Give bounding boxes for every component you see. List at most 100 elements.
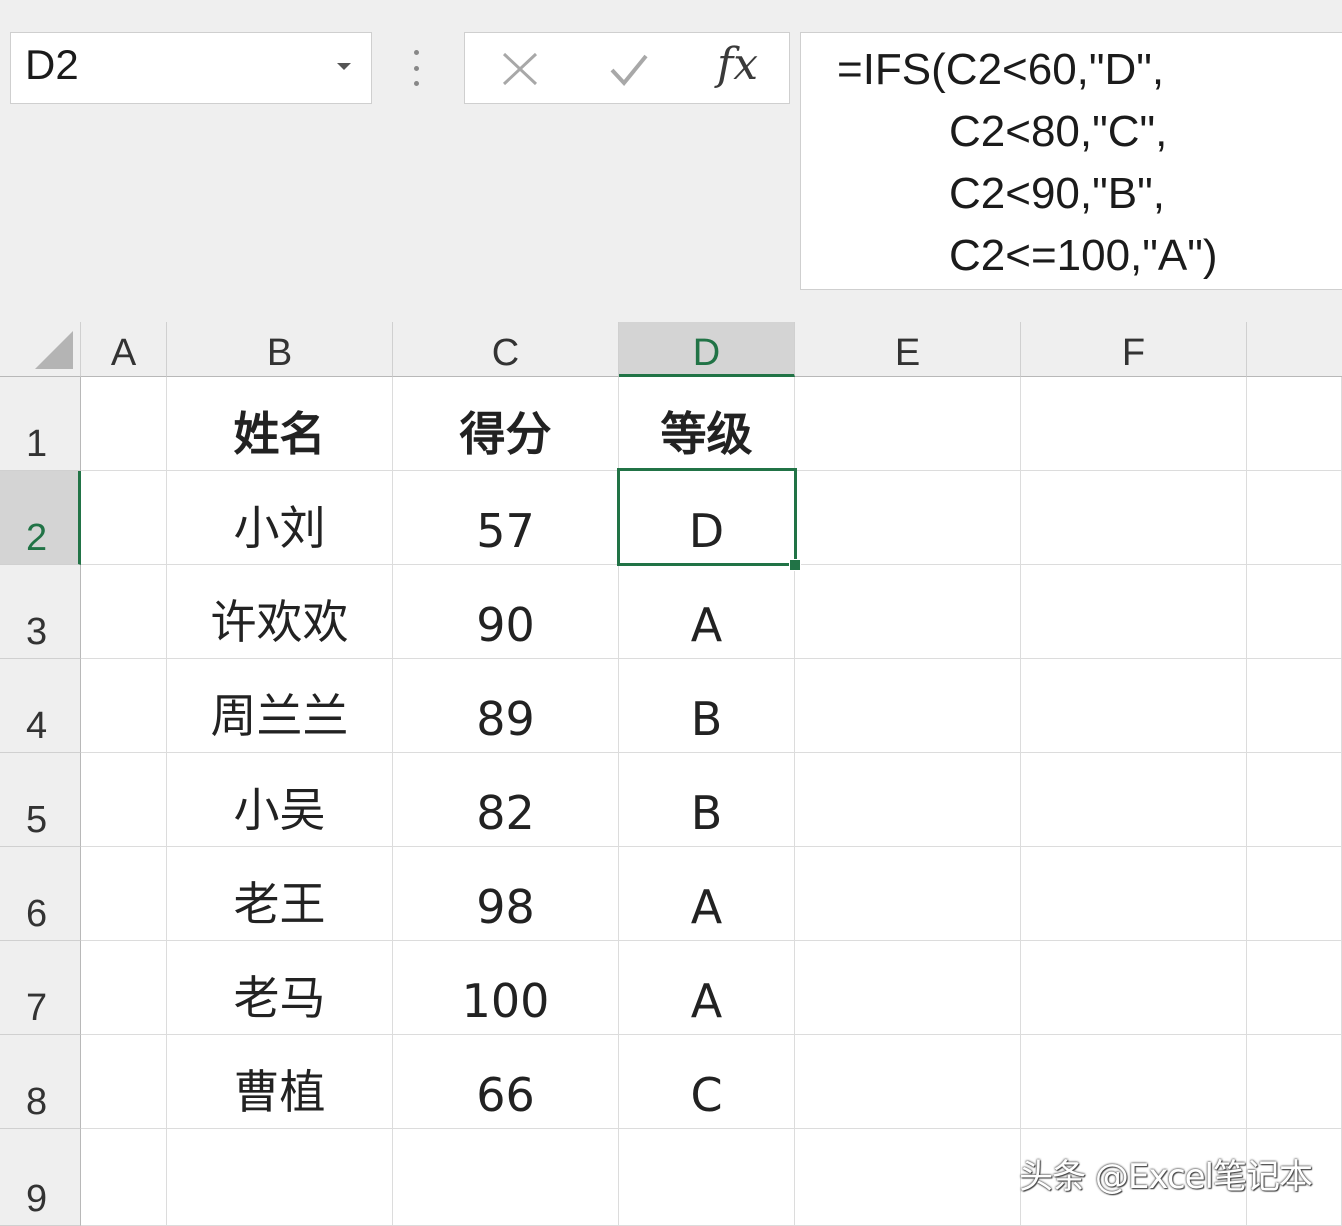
column-header-d[interactable]: D [619,322,795,377]
cell-a8[interactable] [81,1035,167,1129]
cell-d5[interactable]: B [619,753,795,847]
chevron-down-icon[interactable] [337,63,351,70]
cell-a9[interactable] [81,1129,167,1226]
cell-d1[interactable]: 等级 [619,377,795,471]
cell-a2[interactable] [81,471,167,565]
cell-a1[interactable] [81,377,167,471]
formula-line[interactable]: C2<90,"B", [949,169,1165,219]
cell-c5[interactable]: 82 [393,753,619,847]
cell-a7[interactable] [81,941,167,1035]
row-header-4[interactable]: 4 [0,659,81,753]
cell-f8[interactable] [1021,1035,1247,1129]
row-header-9[interactable]: 9 [0,1129,81,1226]
row-header-8[interactable]: 8 [0,1035,81,1129]
cell-g5[interactable] [1247,753,1342,847]
cell-g4[interactable] [1247,659,1342,753]
cell-f2[interactable] [1021,471,1247,565]
cell-f3[interactable] [1021,565,1247,659]
row-header-7[interactable]: 7 [0,941,81,1035]
cell-d4[interactable]: B [619,659,795,753]
cell-b5[interactable]: 小吴 [167,753,393,847]
cell-a3[interactable] [81,565,167,659]
cell-b9[interactable] [167,1129,393,1226]
cell-g2[interactable] [1247,471,1342,565]
cell-value: 曹植 [233,1065,326,1119]
cell-g7[interactable] [1247,941,1342,1035]
formula-line[interactable]: C2<80,"C", [949,107,1167,157]
cell-value: 100 [461,974,550,1028]
cell-e4[interactable] [795,659,1021,753]
column-header-f[interactable]: F [1021,322,1247,377]
cell-d9[interactable] [619,1129,795,1226]
cell-value: A [690,598,723,652]
cell-d8[interactable]: C [619,1035,795,1129]
cell-a5[interactable] [81,753,167,847]
row-header-3[interactable]: 3 [0,565,81,659]
cell-value: 周兰兰 [210,689,349,743]
select-all-button[interactable] [0,322,81,377]
cell-e6[interactable] [795,847,1021,941]
formula-line[interactable]: C2<=100,"A") [949,231,1218,281]
cell-f6[interactable] [1021,847,1247,941]
cell-a6[interactable] [81,847,167,941]
grip-handle-icon[interactable] [413,50,419,86]
cell-c8[interactable]: 66 [393,1035,619,1129]
cell-d2[interactable]: D [619,471,795,565]
cell-g1[interactable] [1247,377,1342,471]
cell-f5[interactable] [1021,753,1247,847]
cell-b1[interactable]: 姓名 [167,377,393,471]
cell-e8[interactable] [795,1035,1021,1129]
cell-g6[interactable] [1247,847,1342,941]
cell-c2[interactable]: 57 [393,471,619,565]
check-icon[interactable] [609,53,649,87]
column-header-a[interactable]: A [81,322,167,377]
cell-c9[interactable] [393,1129,619,1226]
cell-e2[interactable] [795,471,1021,565]
cell-e9[interactable] [795,1129,1021,1226]
column-header-next[interactable] [1247,322,1342,377]
cell-value: 许欢欢 [210,595,349,649]
cell-a4[interactable] [81,659,167,753]
cell-c3[interactable]: 90 [393,565,619,659]
cell-e7[interactable] [795,941,1021,1035]
cell-g8[interactable] [1247,1035,1342,1129]
cell-value: A [690,880,723,934]
cell-b4[interactable]: 周兰兰 [167,659,393,753]
x-icon[interactable] [501,51,539,87]
name-box[interactable]: D2 [10,32,372,104]
cell-value: 老王 [233,877,326,931]
column-header-e[interactable]: E [795,322,1021,377]
cell-b8[interactable]: 曹植 [167,1035,393,1129]
cell-f4[interactable] [1021,659,1247,753]
cell-f1[interactable] [1021,377,1247,471]
cell-f7[interactable] [1021,941,1247,1035]
row-header-5[interactable]: 5 [0,753,81,847]
cell-b2[interactable]: 小刘 [167,471,393,565]
cell-d7[interactable]: A [619,941,795,1035]
row-header-1[interactable]: 1 [0,377,81,471]
cell-g3[interactable] [1247,565,1342,659]
cell-d3[interactable]: A [619,565,795,659]
formula-input[interactable]: =IFS(C2<60,"D", C2<80,"C", C2<90,"B", C2… [800,32,1342,290]
fx-icon[interactable]: fx [717,39,758,90]
cell-c4[interactable]: 89 [393,659,619,753]
cell-b6[interactable]: 老王 [167,847,393,941]
cell-c7[interactable]: 100 [393,941,619,1035]
cell-b3[interactable]: 许欢欢 [167,565,393,659]
cell-value: 57 [476,504,535,558]
cell-e3[interactable] [795,565,1021,659]
cell-c6[interactable]: 98 [393,847,619,941]
cell-value: C [690,1068,723,1122]
cell-e5[interactable] [795,753,1021,847]
column-header-c[interactable]: C [393,322,619,377]
cell-e1[interactable] [795,377,1021,471]
formula-line[interactable]: =IFS(C2<60,"D", [837,45,1164,95]
column-header-b[interactable]: B [167,322,393,377]
row-header-6[interactable]: 6 [0,847,81,941]
cell-c1[interactable]: 得分 [393,377,619,471]
fill-handle[interactable] [789,559,801,571]
cell-b7[interactable]: 老马 [167,941,393,1035]
cell-d6[interactable]: A [619,847,795,941]
row-header-2[interactable]: 2 [0,471,81,565]
name-box-value[interactable]: D2 [25,41,79,89]
